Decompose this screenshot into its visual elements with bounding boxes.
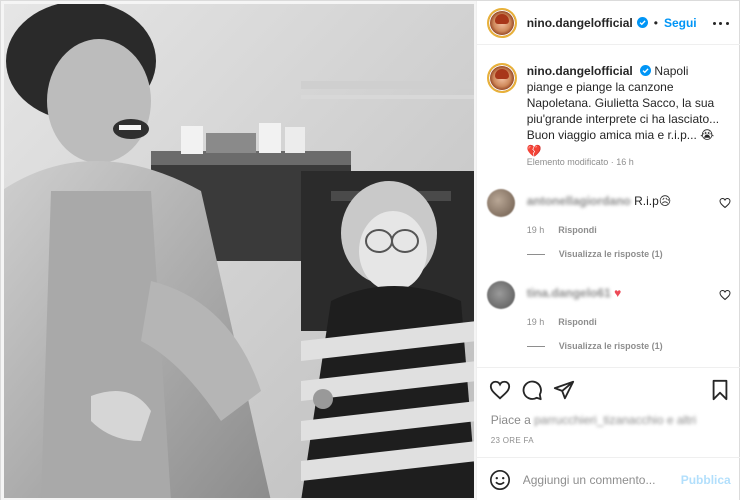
emoji-icon[interactable] [489,469,511,491]
comment-input[interactable] [522,472,693,487]
likes-line: Piace a parrucchieri_tizanacchio e altri [491,413,696,427]
commenter-avatar[interactable] [486,281,515,309]
replies-divider [526,345,545,347]
view-replies-button[interactable]: Visualizza le risposte (1) [526,341,731,351]
heart-icon[interactable] [489,379,511,401]
comment-time: 19 h [526,317,545,327]
caption-text-block: nino.dangelofficial Napoli piange e pian… [527,63,727,159]
caption-avatar[interactable] [486,63,517,93]
caption: nino.dangelofficial Napoli piange e pian… [486,63,731,159]
comment-item: tina.dangelo61 ♥ 19 h Rispondi Visualizz… [486,281,731,351]
more-icon[interactable] [712,15,729,31]
post-photo[interactable] [1,1,476,500]
view-replies-label: Visualizza le risposte (1) [558,249,663,259]
header-username[interactable]: nino.dangelofficial [527,16,633,30]
photo-image [1,1,476,500]
side-panel: nino.dangelofficial • Segui nino.dangelo… [475,1,740,500]
publish-button[interactable]: Pubblica [681,473,731,487]
bookmark-icon[interactable] [709,379,731,401]
verified-icon [636,17,648,28]
comment-heart-icon[interactable] [719,197,731,209]
comment-text: R.i.p😥 [634,194,672,208]
action-bar [476,367,740,411]
comment-time: 19 h [526,225,545,235]
post-header: nino.dangelofficial • Segui [476,1,740,45]
view-replies-button[interactable]: Visualizza le risposte (1) [526,249,731,259]
comment-item: antonellagiordano R.i.p😥 19 h Rispondi V… [486,189,731,259]
likes-prefix: Piace a [490,413,531,427]
commenter-avatar[interactable] [486,189,515,217]
caption-edited: Elemento modificato · 16 h [526,157,634,167]
add-comment-bar: Pubblica [476,457,740,500]
comment-text: ♥ [614,286,622,300]
comment-username[interactable]: tina.dangelo61 [527,286,611,300]
reply-button[interactable]: Rispondi [558,317,597,327]
comment-username[interactable]: antonellagiordano [527,194,631,208]
comment-icon[interactable] [521,379,543,401]
separator-dot: • [653,15,658,30]
comment-heart-icon[interactable] [719,289,731,301]
share-icon[interactable] [553,379,575,401]
post-timestamp: 23 ORE FA [490,436,534,445]
post-container: nino.dangelofficial • Segui nino.dangelo… [0,0,740,500]
author-avatar[interactable] [486,7,517,38]
likes-names[interactable]: parrucchieri_tizanacchio e altri [534,413,696,427]
reply-button[interactable]: Rispondi [558,225,597,235]
verified-icon [640,65,652,76]
follow-button[interactable]: Segui [664,16,697,30]
replies-divider [526,253,545,255]
caption-username[interactable]: nino.dangelofficial [527,64,633,78]
view-replies-label: Visualizza le risposte (1) [558,341,663,351]
